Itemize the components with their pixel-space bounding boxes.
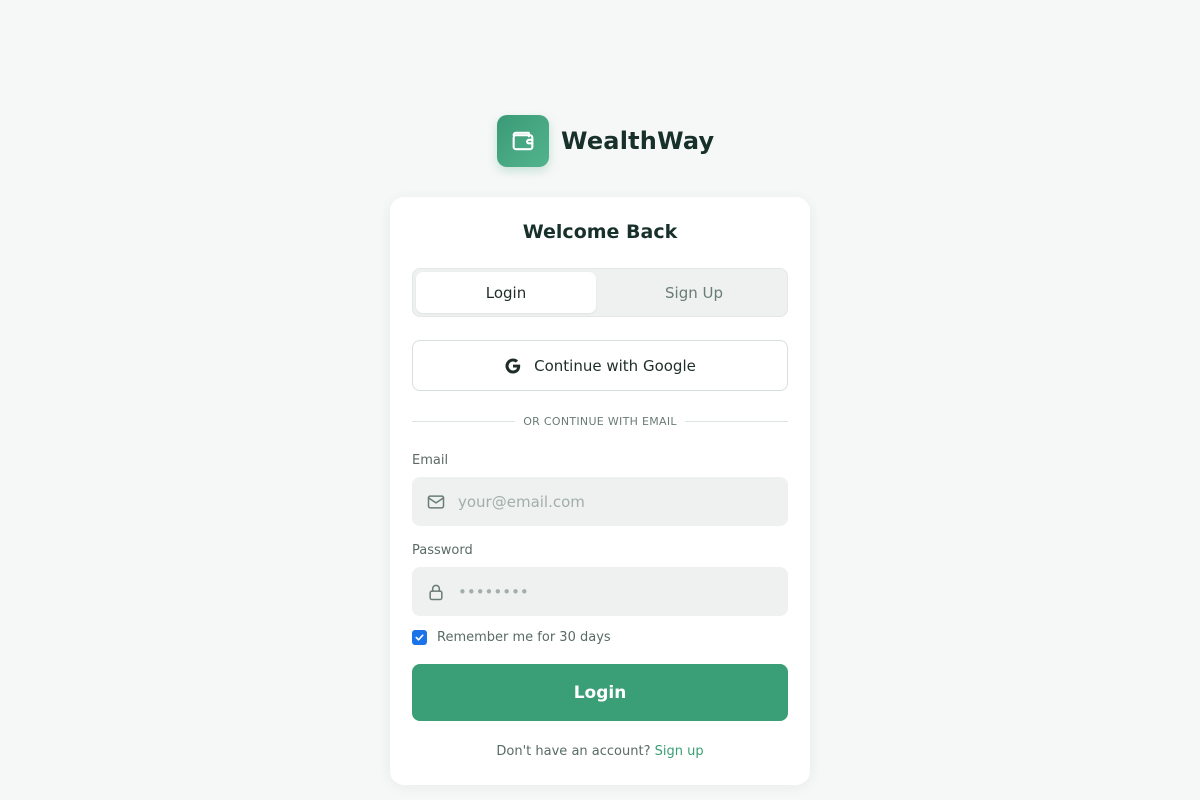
- email-input[interactable]: [458, 492, 758, 511]
- email-field[interactable]: [412, 477, 788, 526]
- signup-link[interactable]: Sign up: [655, 744, 704, 759]
- wallet-icon: [497, 115, 549, 167]
- google-icon: [504, 357, 522, 375]
- auth-tabs: Login Sign Up: [412, 268, 788, 317]
- password-field[interactable]: [412, 567, 788, 616]
- email-divider: OR CONTINUE WITH EMAIL: [412, 411, 789, 431]
- password-label: Password: [412, 543, 473, 558]
- password-input[interactable]: [458, 582, 758, 601]
- login-card: Welcome Back Login Sign Up Continue with…: [390, 197, 810, 785]
- google-button-label: Continue with Google: [534, 356, 696, 375]
- login-button[interactable]: Login: [412, 664, 788, 721]
- card-title: Welcome Back: [522, 221, 678, 243]
- remember-checkbox[interactable]: [412, 630, 427, 645]
- tab-login[interactable]: Login: [416, 272, 596, 313]
- google-login-button[interactable]: Continue with Google: [412, 340, 788, 391]
- tab-sign-up[interactable]: Sign Up: [604, 272, 784, 313]
- signup-prompt-text: Don't have an account?: [496, 744, 655, 759]
- signup-prompt: Don't have an account? Sign up: [390, 744, 810, 759]
- brand-name: WealthWay: [561, 127, 715, 155]
- divider-text: OR CONTINUE WITH EMAIL: [523, 414, 677, 428]
- brand-header: WealthWay: [497, 115, 714, 167]
- email-label: Email: [412, 453, 449, 468]
- remember-me[interactable]: Remember me for 30 days: [412, 630, 611, 645]
- remember-label: Remember me for 30 days: [437, 630, 611, 645]
- mail-icon: [426, 492, 446, 512]
- lock-icon: [426, 582, 446, 602]
